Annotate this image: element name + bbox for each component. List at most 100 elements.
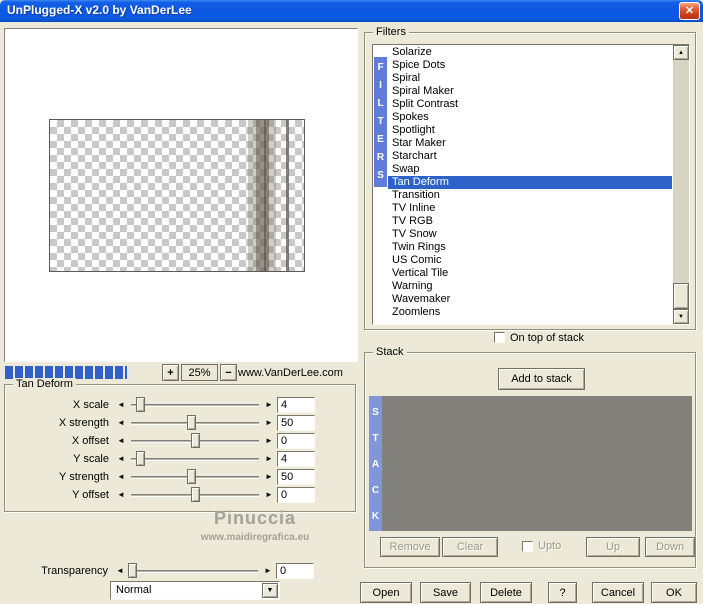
filter-list-item[interactable]: Vertical Tile [388, 267, 672, 280]
zoom-out-button[interactable]: − [220, 364, 237, 381]
vertical-label-letter: L [377, 98, 384, 109]
on-top-checkbox[interactable] [494, 332, 505, 343]
zoom-in-button[interactable]: + [162, 364, 179, 381]
x-strength-slider[interactable] [129, 414, 261, 432]
blend-mode-select[interactable]: Normal ▼ [110, 581, 280, 600]
x-offset-increment-arrow-icon[interactable]: ► [263, 435, 275, 447]
open-button[interactable]: Open [360, 582, 412, 603]
filter-list-item[interactable]: Split Contrast [388, 98, 672, 111]
clear-button[interactable]: Clear [442, 537, 498, 557]
x-offset-decrement-arrow-icon[interactable]: ◄ [115, 435, 127, 447]
filter-list-item[interactable]: Spiral [388, 72, 672, 85]
scrollbar-down-button[interactable]: ▼ [673, 309, 689, 324]
up-button[interactable]: Up [586, 537, 640, 557]
cancel-button[interactable]: Cancel [592, 582, 644, 603]
add-to-stack-button[interactable]: Add to stack [498, 368, 585, 390]
y-scale-label: Y scale [73, 453, 109, 465]
vanderlee-website-link[interactable]: www.VanDerLee.com [238, 367, 343, 379]
tan-deform-group-title: Tan Deform [13, 378, 76, 390]
filter-list-item[interactable]: Twin Rings [388, 241, 672, 254]
y-strength-slider-thumb[interactable] [187, 469, 197, 484]
filter-list-item[interactable]: Zoomlens [388, 306, 672, 319]
ok-button[interactable]: OK [651, 582, 697, 603]
chevron-down-icon: ▼ [266, 587, 274, 594]
y-scale-slider[interactable] [129, 450, 261, 468]
x-scale-input[interactable] [277, 397, 315, 413]
filters-scrollbar[interactable]: ▲ ▼ [673, 45, 689, 324]
x-scale-slider-track [131, 404, 259, 407]
watermark-url: www.maidiregrafica.eu [200, 532, 310, 543]
help-button[interactable]: ? [548, 582, 577, 603]
on-top-of-stack-row: On top of stack [494, 331, 584, 344]
y-strength-slider[interactable] [129, 468, 261, 486]
y-offset-increment-arrow-icon[interactable]: ► [263, 489, 275, 501]
stack-list[interactable]: S T A C K [369, 396, 692, 531]
vertical-label-letter: S [372, 407, 379, 418]
x-scale-slider[interactable] [129, 396, 261, 414]
filter-list-item[interactable]: Transition [388, 189, 672, 202]
stack-group-title: Stack [373, 346, 407, 358]
y-strength-label: Y strength [59, 471, 109, 483]
y-scale-slider-thumb[interactable] [135, 451, 145, 466]
down-button[interactable]: Down [645, 537, 695, 557]
x-offset-input[interactable] [277, 433, 315, 449]
filter-list-item[interactable]: US Comic [388, 254, 672, 267]
filter-list-item[interactable]: TV RGB [388, 215, 672, 228]
transparency-slider[interactable] [127, 562, 260, 580]
filter-list-item[interactable]: Swap [388, 163, 672, 176]
filters-group-title: Filters [373, 26, 409, 38]
filter-list-item[interactable]: Solarize [388, 46, 672, 59]
close-button[interactable]: ✕ [679, 2, 700, 20]
filter-list-item[interactable]: Spiral Maker [388, 85, 672, 98]
x-offset-slider[interactable] [129, 432, 261, 450]
filter-list-item[interactable]: Spokes [388, 111, 672, 124]
x-strength-slider-thumb[interactable] [187, 415, 197, 430]
remove-button[interactable]: Remove [380, 537, 440, 557]
zoom-level-value[interactable]: 25% [181, 364, 218, 381]
x-strength-decrement-arrow-icon[interactable]: ◄ [115, 417, 127, 429]
y-strength-row: Y strength ◄ ► [5, 468, 355, 486]
y-scale-decrement-arrow-icon[interactable]: ◄ [115, 453, 127, 465]
y-strength-input[interactable] [277, 469, 315, 485]
x-scale-decrement-arrow-icon[interactable]: ◄ [115, 399, 127, 411]
vertical-label-letter: T [377, 116, 384, 127]
scrollbar-up-button[interactable]: ▲ [673, 45, 689, 60]
y-offset-decrement-arrow-icon[interactable]: ◄ [115, 489, 127, 501]
y-offset-input[interactable] [277, 487, 315, 503]
y-scale-increment-arrow-icon[interactable]: ► [263, 453, 275, 465]
filter-list-item[interactable]: Star Maker [388, 137, 672, 150]
filter-list-item[interactable]: TV Snow [388, 228, 672, 241]
filter-list-item[interactable]: Warning [388, 280, 672, 293]
save-button[interactable]: Save [420, 582, 471, 603]
filter-list-item[interactable]: Wavemaker [388, 293, 672, 306]
x-offset-slider-thumb[interactable] [191, 433, 200, 448]
x-offset-row: X offset ◄ ► [5, 432, 355, 450]
y-strength-increment-arrow-icon[interactable]: ► [263, 471, 275, 483]
transparency-increment-arrow-icon[interactable]: ► [262, 565, 274, 577]
blend-mode-dropdown-button[interactable]: ▼ [262, 583, 278, 598]
x-strength-increment-arrow-icon[interactable]: ► [263, 417, 275, 429]
y-offset-slider-thumb[interactable] [191, 487, 200, 502]
filter-list-item[interactable]: Starchart [388, 150, 672, 163]
x-strength-row: X strength ◄ ► [5, 414, 355, 432]
filter-list-item[interactable]: Tan Deform [388, 176, 672, 189]
x-scale-increment-arrow-icon[interactable]: ► [263, 399, 275, 411]
y-strength-decrement-arrow-icon[interactable]: ◄ [115, 471, 127, 483]
filter-list-item[interactable]: Spotlight [388, 124, 672, 137]
title-bar[interactable]: UnPlugged-X v2.0 by VanDerLee ✕ [0, 0, 703, 22]
arrow-down-icon: ▼ [678, 313, 684, 320]
transparency-input[interactable] [276, 563, 314, 579]
delete-button[interactable]: Delete [480, 582, 532, 603]
upto-checkbox[interactable] [522, 540, 533, 552]
scrollbar-thumb[interactable] [673, 283, 689, 309]
x-strength-input[interactable] [277, 415, 315, 431]
transparency-decrement-arrow-icon[interactable]: ◄ [114, 565, 126, 577]
preview-panel[interactable] [4, 28, 358, 362]
x-scale-slider-thumb[interactable] [135, 397, 145, 412]
filter-list-item[interactable]: Spice Dots [388, 59, 672, 72]
filter-list-item[interactable]: TV Inline [388, 202, 672, 215]
y-scale-input[interactable] [277, 451, 315, 467]
y-offset-slider[interactable] [129, 486, 261, 504]
transparency-slider-thumb[interactable] [127, 563, 137, 578]
on-top-checkbox-label: On top of stack [510, 331, 584, 344]
